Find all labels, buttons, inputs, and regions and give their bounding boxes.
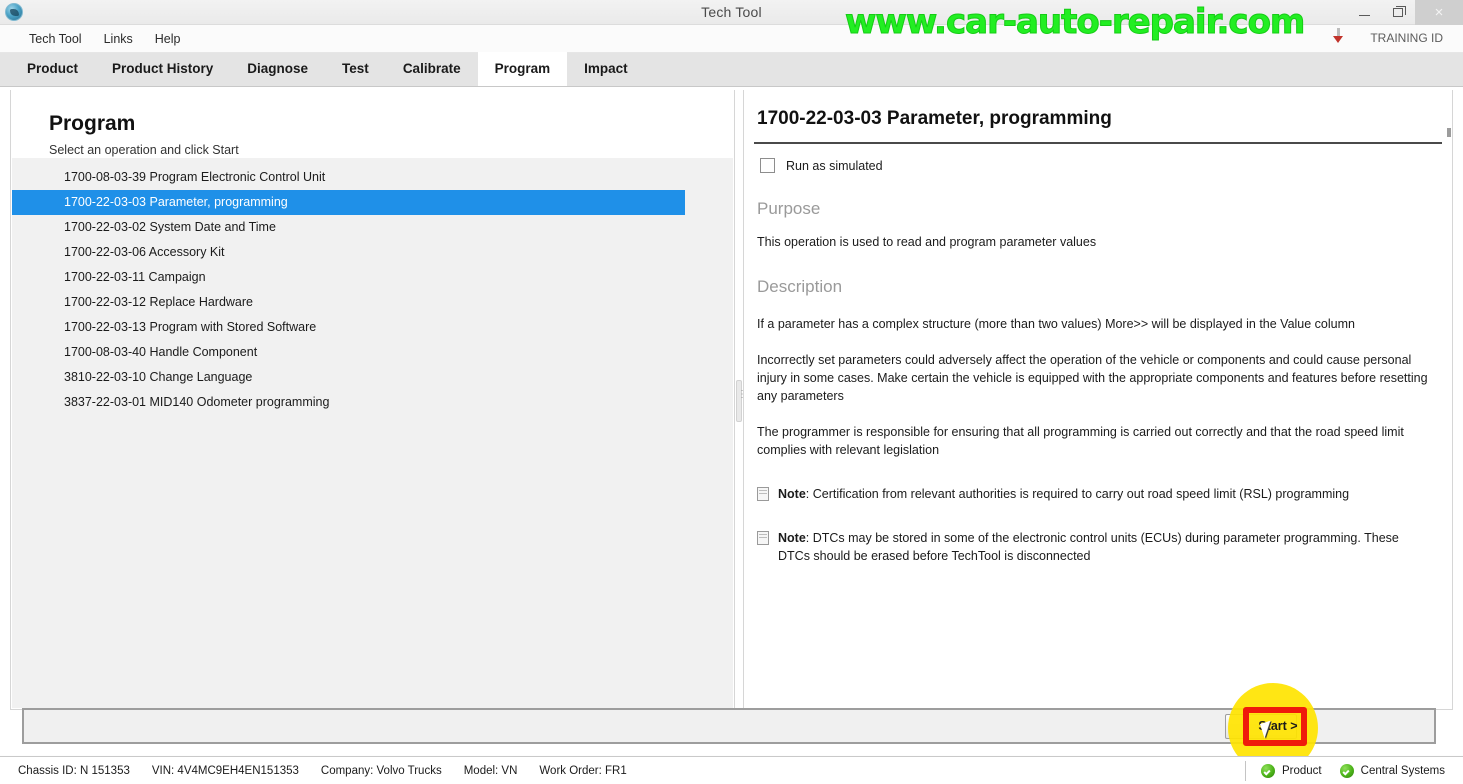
operation-detail-pane: 1700-22-03-03 Parameter, programming Run… bbox=[743, 90, 1453, 710]
status-vin: VIN: 4V4MC9EH4EN151353 bbox=[151, 764, 299, 777]
operation-list-pane: Program Select an operation and click St… bbox=[10, 90, 735, 710]
tab-calibrate[interactable]: Calibrate bbox=[386, 52, 478, 86]
training-pin-icon bbox=[1332, 28, 1345, 43]
note-body: Note: Certification from relevant author… bbox=[778, 485, 1349, 503]
tab-program[interactable]: Program bbox=[477, 52, 568, 86]
status-product-indicator[interactable]: Product bbox=[1261, 764, 1322, 778]
menu-item-help[interactable]: Help bbox=[144, 29, 192, 49]
description-paragraph: The programmer is responsible for ensuri… bbox=[757, 425, 1404, 457]
list-item[interactable]: 1700-22-03-12 Replace Hardware bbox=[12, 290, 733, 315]
status-central-systems-label: Central Systems bbox=[1360, 765, 1445, 777]
page-title: Program bbox=[49, 112, 136, 135]
list-item-selected[interactable]: 1700-22-03-03 Parameter, programming bbox=[12, 190, 685, 215]
status-central-systems-indicator[interactable]: Central Systems bbox=[1339, 764, 1445, 778]
menu-item-links[interactable]: Links bbox=[93, 29, 144, 49]
run-as-simulated-row[interactable]: Run as simulated bbox=[744, 144, 1452, 173]
list-item[interactable]: 1700-22-03-06 Accessory Kit bbox=[12, 240, 733, 265]
note-prefix: Note bbox=[778, 531, 806, 545]
scrollbar-thumb[interactable] bbox=[1447, 128, 1451, 137]
window-title: Tech Tool bbox=[701, 4, 762, 20]
operation-list[interactable]: 1700-08-03-39 Program Electronic Control… bbox=[12, 158, 733, 708]
purpose-text: This operation is used to read and progr… bbox=[757, 235, 1097, 249]
tab-impact[interactable]: Impact bbox=[567, 52, 645, 86]
minimize-icon[interactable] bbox=[1347, 0, 1381, 25]
menu-item-tech-tool[interactable]: Tech Tool bbox=[18, 29, 93, 49]
tab-test[interactable]: Test bbox=[325, 52, 386, 86]
status-product-label: Product bbox=[1282, 765, 1322, 777]
status-chassis-id: Chassis ID: N 151353 bbox=[18, 764, 130, 777]
note-prefix: Note bbox=[778, 487, 806, 501]
check-circle-icon bbox=[1339, 764, 1354, 778]
detail-scrollbar[interactable] bbox=[1446, 90, 1452, 709]
list-item[interactable]: 3837-22-03-01 MID140 Odometer programmin… bbox=[12, 390, 733, 415]
tab-diagnose[interactable]: Diagnose bbox=[230, 52, 325, 86]
note-icon bbox=[757, 531, 769, 545]
splitter-grip-icon[interactable] bbox=[736, 380, 742, 422]
description-paragraph: If a parameter has a complex structure (… bbox=[757, 317, 1355, 331]
action-toolbar bbox=[22, 708, 1436, 744]
pane-splitter[interactable] bbox=[735, 90, 743, 710]
status-work-order: Work Order: FR1 bbox=[539, 764, 627, 777]
note-body: Note: DTCs may be stored in some of the … bbox=[778, 529, 1430, 565]
status-company: Company: Volvo Trucks bbox=[320, 764, 442, 777]
tab-product-history[interactable]: Product History bbox=[95, 52, 230, 86]
main-content: Program Select an operation and click St… bbox=[0, 87, 1463, 755]
list-item[interactable]: 1700-22-03-02 System Date and Time bbox=[12, 215, 733, 240]
note-content: : Certification from relevant authoritie… bbox=[805, 487, 1350, 501]
menu-bar: Tech Tool Links Help bbox=[0, 25, 1463, 53]
window-controls: × bbox=[1347, 0, 1463, 25]
page-subtitle: Select an operation and click Start bbox=[49, 143, 239, 157]
list-item[interactable]: 1700-08-03-39 Program Electronic Control… bbox=[12, 165, 733, 190]
status-model: Model: VN bbox=[463, 764, 518, 777]
close-icon[interactable]: × bbox=[1415, 0, 1463, 25]
list-item[interactable]: 1700-08-03-40 Handle Component bbox=[12, 340, 733, 365]
status-vehicle-info: Chassis ID: N 151353 VIN: 4V4MC9EH4EN151… bbox=[0, 765, 627, 777]
note-row: Note: Certification from relevant author… bbox=[744, 485, 1452, 503]
description-paragraph: Incorrectly set parameters could adverse… bbox=[757, 353, 1428, 403]
tab-bar: Product Product History Diagnose Test Ca… bbox=[0, 52, 1463, 87]
note-row: Note: DTCs may be stored in some of the … bbox=[744, 529, 1452, 565]
status-bar: Chassis ID: N 151353 VIN: 4V4MC9EH4EN151… bbox=[0, 756, 1463, 784]
training-id-label: TRAINING ID bbox=[1370, 31, 1443, 45]
check-circle-icon bbox=[1261, 764, 1275, 778]
purpose-heading: Purpose bbox=[757, 199, 821, 218]
operation-pane-header: Program Select an operation and click St… bbox=[11, 90, 734, 157]
tab-product[interactable]: Product bbox=[10, 52, 95, 86]
run-as-simulated-label: Run as simulated bbox=[786, 158, 883, 173]
restore-icon[interactable] bbox=[1381, 0, 1415, 25]
title-bar: Tech Tool × bbox=[0, 0, 1463, 25]
note-icon bbox=[757, 487, 769, 501]
list-item[interactable]: 3810-22-03-10 Change Language bbox=[12, 365, 733, 390]
note-content: : DTCs may be stored in some of the elec… bbox=[778, 531, 1399, 563]
status-connection-indicators: Product Central Systems bbox=[1245, 757, 1445, 784]
list-item[interactable]: 1700-22-03-11 Campaign bbox=[12, 265, 733, 290]
description-heading: Description bbox=[757, 277, 843, 296]
list-item[interactable]: 1700-22-03-13 Program with Stored Softwa… bbox=[12, 315, 733, 340]
run-as-simulated-checkbox[interactable] bbox=[760, 158, 775, 173]
tech-tool-window: Tech Tool × Tech Tool Links Help Product… bbox=[0, 0, 1463, 784]
status-divider bbox=[1245, 761, 1246, 781]
detail-title: 1700-22-03-03 Parameter, programming bbox=[757, 108, 1112, 129]
